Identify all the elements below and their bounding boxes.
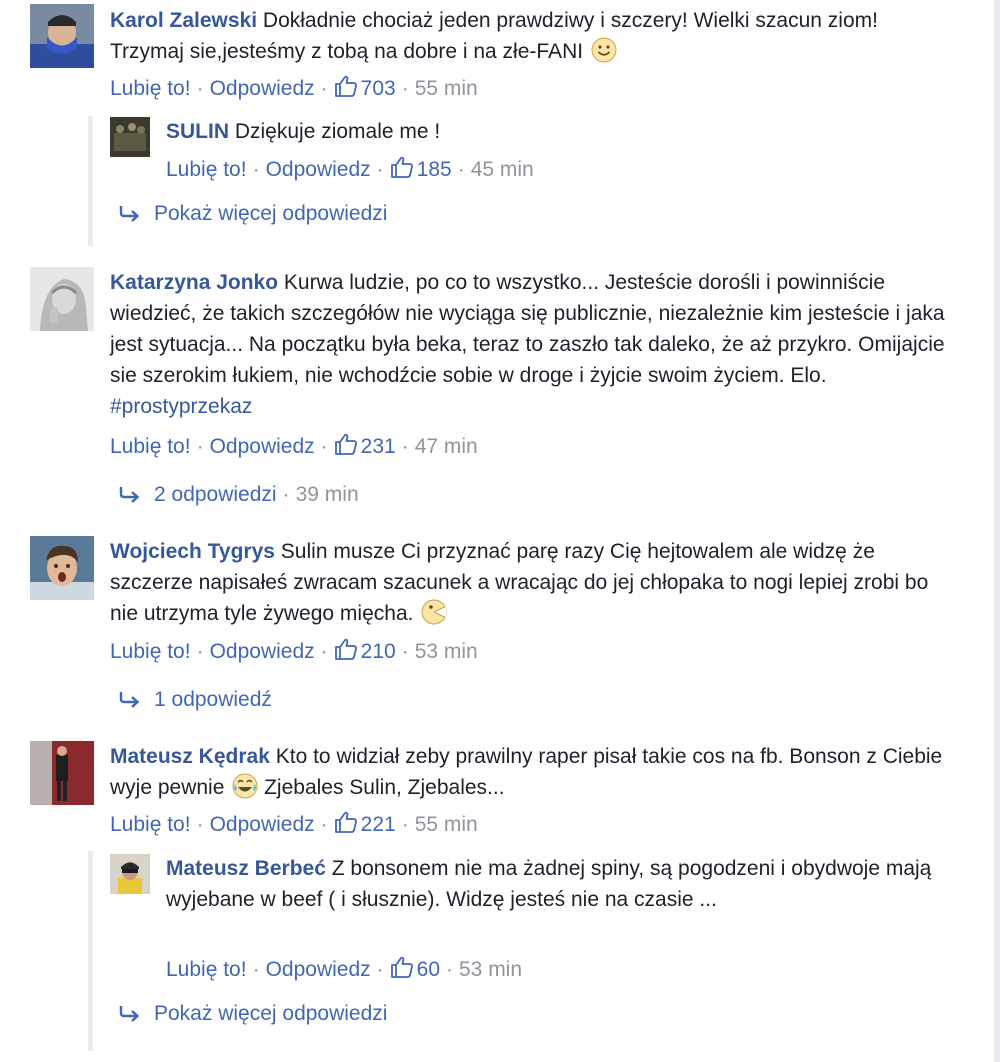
thumbs-up-icon[interactable]: [334, 637, 358, 661]
avatar[interactable]: [30, 267, 94, 331]
reply-text: Mateusz Berbeć Z bonsonem nie ma żadnej …: [166, 853, 956, 915]
scrollbar[interactable]: [994, 0, 1000, 1062]
reply-link[interactable]: Odpowiedz: [266, 958, 371, 981]
comment-actions: Lubię to! · Odpowiedz · 703 · 55 min: [110, 73, 478, 104]
avatar[interactable]: [30, 536, 94, 600]
reply-link[interactable]: Odpowiedz: [210, 77, 315, 100]
comment-time[interactable]: 55 min: [415, 77, 478, 100]
replies-count[interactable]: 2 odpowiedzi: [154, 483, 277, 506]
reply-author[interactable]: SULIN: [166, 120, 229, 143]
reply-actions: Lubię to! · Odpowiedz · 185 · 45 min: [166, 154, 534, 185]
avatar[interactable]: [110, 117, 150, 157]
comment-text: Karol Zalewski Dokładnie chociaż jeden p…: [110, 5, 950, 67]
like-count[interactable]: 231: [361, 435, 396, 458]
comments-panel: Karol Zalewski Dokładnie chociaż jeden p…: [0, 0, 994, 1062]
comment-actions: Lubię to! · Odpowiedz · 221 · 55 min: [110, 809, 478, 840]
thumbs-up-icon[interactable]: [390, 955, 414, 979]
reply-arrow-icon: [118, 203, 142, 223]
comment-author[interactable]: Wojciech Tygrys: [110, 540, 275, 563]
reply-arrow-icon: [118, 484, 142, 504]
comment-text: Katarzyna Jonko Kurwa ludzie, po co to w…: [110, 267, 950, 422]
comment-time[interactable]: 47 min: [415, 435, 478, 458]
thread-line: [88, 851, 93, 1051]
reply-link[interactable]: Odpowiedz: [210, 435, 315, 458]
reply-time[interactable]: 45 min: [471, 158, 534, 181]
reply-link[interactable]: Odpowiedz: [210, 813, 315, 836]
like-link[interactable]: Lubię to!: [166, 958, 247, 981]
like-link[interactable]: Lubię to!: [166, 158, 247, 181]
like-count[interactable]: 60: [417, 958, 440, 981]
thumbs-up-icon[interactable]: [334, 810, 358, 834]
thumbs-up-icon[interactable]: [390, 155, 414, 179]
reply-text: SULIN Dziękuje ziomale me !: [166, 116, 956, 147]
reply-arrow-icon: [118, 1003, 142, 1023]
show-more-label[interactable]: Pokaż więcej odpowiedzi: [154, 202, 387, 225]
view-replies[interactable]: 2 odpowiedzi · 39 min: [118, 479, 359, 510]
replies-count[interactable]: 1 odpowiedź: [154, 688, 272, 711]
comment-time[interactable]: 53 min: [415, 640, 478, 663]
reply-link[interactable]: Odpowiedz: [210, 640, 315, 663]
reply-actions: Lubię to! · Odpowiedz · 60 · 53 min: [166, 954, 522, 985]
comment-body-end: Zjebales Sulin, Zjebales...: [264, 776, 505, 799]
like-count[interactable]: 210: [361, 640, 396, 663]
avatar[interactable]: [30, 4, 94, 68]
smile-emoji-icon: [591, 37, 617, 63]
comment-actions: Lubię to! · Odpowiedz · 210 · 53 min: [110, 636, 478, 667]
show-more-replies[interactable]: Pokaż więcej odpowiedzi: [118, 998, 387, 1029]
replies-time: 39 min: [295, 483, 359, 506]
tears-of-joy-emoji-icon: [232, 773, 258, 799]
like-count[interactable]: 703: [361, 77, 396, 100]
like-count[interactable]: 221: [361, 813, 396, 836]
comment-time[interactable]: 55 min: [415, 813, 478, 836]
like-count[interactable]: 185: [417, 158, 452, 181]
avatar[interactable]: [110, 854, 150, 894]
thumbs-up-icon[interactable]: [334, 74, 358, 98]
show-more-replies[interactable]: Pokaż więcej odpowiedzi: [118, 198, 387, 229]
like-link[interactable]: Lubię to!: [110, 435, 191, 458]
thread-line: [88, 116, 93, 246]
view-replies[interactable]: 1 odpowiedź: [118, 684, 272, 715]
comment-author[interactable]: Katarzyna Jonko: [110, 271, 278, 294]
reply-link[interactable]: Odpowiedz: [266, 158, 371, 181]
thumbs-up-icon[interactable]: [334, 432, 358, 456]
reply-body: Dziękuje ziomale me !: [234, 120, 441, 143]
like-link[interactable]: Lubię to!: [110, 640, 191, 663]
like-link[interactable]: Lubię to!: [110, 813, 191, 836]
hashtag-link[interactable]: #prostyprzekaz: [110, 395, 252, 418]
comment-author[interactable]: Mateusz Kędrak: [110, 745, 270, 768]
comment-actions: Lubię to! · Odpowiedz · 231 · 47 min: [110, 431, 478, 462]
reply-time[interactable]: 53 min: [459, 958, 522, 981]
show-more-label[interactable]: Pokaż więcej odpowiedzi: [154, 1002, 387, 1025]
comment-text: Wojciech Tygrys Sulin musze Ci przyznać …: [110, 536, 950, 629]
comment-author[interactable]: Karol Zalewski: [110, 9, 257, 32]
like-link[interactable]: Lubię to!: [110, 77, 191, 100]
comment-text: Mateusz Kędrak Kto to widział zeby prawi…: [110, 741, 950, 803]
reply-author[interactable]: Mateusz Berbeć: [166, 857, 326, 880]
reply-arrow-icon: [118, 689, 142, 709]
pacman-emoji-icon: [421, 599, 447, 625]
avatar[interactable]: [30, 741, 94, 805]
